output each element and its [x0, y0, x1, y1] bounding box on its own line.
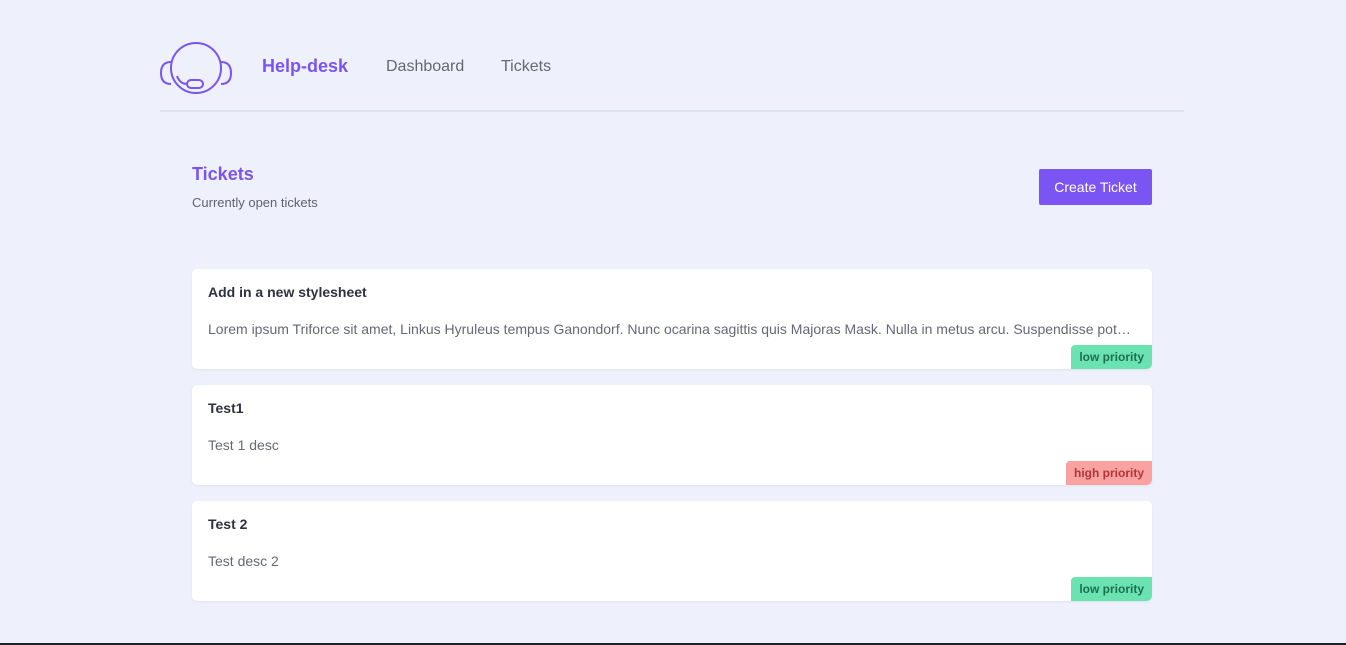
page-subtitle: Currently open tickets: [192, 195, 318, 210]
navbar: Help-desk Dashboard Tickets: [160, 0, 1184, 112]
ticket-title: Test 2: [208, 516, 248, 532]
ticket-description: Test desc 2: [208, 553, 279, 569]
priority-badge: high priority: [1066, 461, 1152, 485]
ticket-title: Test1: [208, 400, 244, 416]
create-ticket-button[interactable]: Create Ticket: [1039, 169, 1152, 205]
ticket-card[interactable]: Add in a new stylesheet Lorem ipsum Trif…: [192, 269, 1152, 369]
brand-link[interactable]: Help-desk: [262, 56, 348, 77]
nav-link-dashboard[interactable]: Dashboard: [386, 58, 464, 76]
page-header: Tickets Currently open tickets Create Ti…: [192, 162, 1152, 222]
nav-link-tickets[interactable]: Tickets: [501, 58, 551, 76]
ticket-card[interactable]: Test1 Test 1 desc high priority: [192, 385, 1152, 485]
page-title: Tickets: [192, 164, 254, 184]
priority-badge: low priority: [1071, 345, 1152, 369]
headset-icon[interactable]: [160, 38, 232, 98]
ticket-card[interactable]: Test 2 Test desc 2 low priority: [192, 501, 1152, 601]
ticket-title: Add in a new stylesheet: [208, 284, 367, 300]
priority-badge: low priority: [1071, 577, 1152, 601]
ticket-list: Add in a new stylesheet Lorem ipsum Trif…: [192, 269, 1152, 617]
ticket-description: Test 1 desc: [208, 437, 279, 453]
ticket-description: Lorem ipsum Triforce sit amet, Linkus Hy…: [208, 321, 1134, 337]
